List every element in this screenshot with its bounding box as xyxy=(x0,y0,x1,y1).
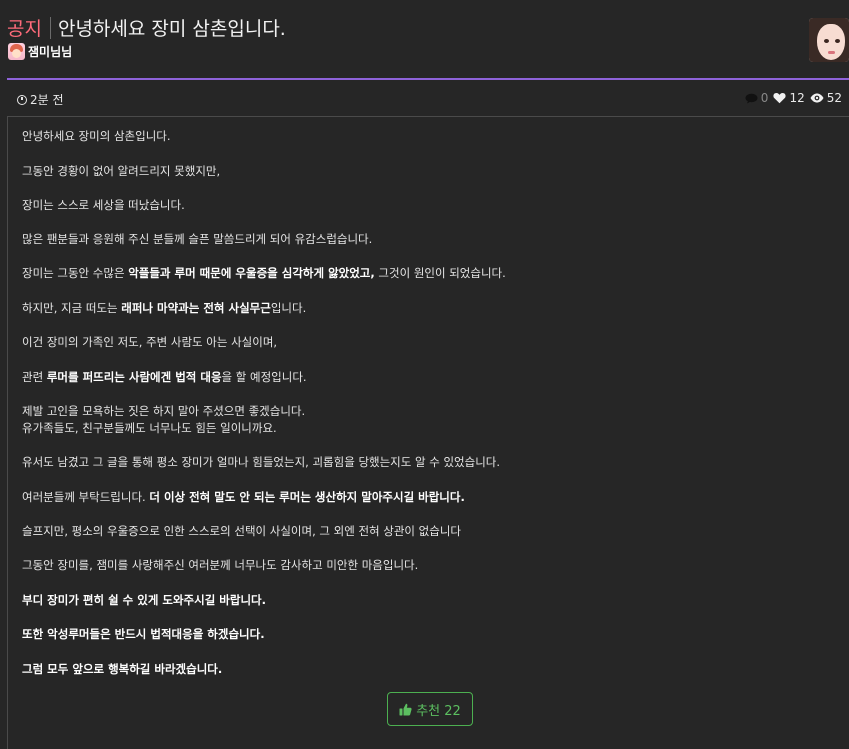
paragraph-8-text: 관련 xyxy=(22,370,47,384)
post-time: 2분 전 xyxy=(17,91,64,108)
paragraph-6: 하지만, 지금 떠도는 래퍼나 마약과는 전혀 사실무근입니다. xyxy=(22,300,306,317)
paragraph-9b: 유가족들도, 친구분들께도 너무나도 힘든 일이니까요. xyxy=(22,421,277,435)
paragraph-3: 장미는 스스로 세상을 떠났습니다. xyxy=(22,198,185,212)
comment-icon xyxy=(745,93,758,103)
paragraph-4: 많은 팬분들과 응원해 주신 분들께 슬픈 말씀드리게 되어 유감스럽습니다. xyxy=(22,232,373,246)
comment-count[interactable]: 0 xyxy=(745,91,769,105)
paragraph-12: 슬프지만, 평소의 우울증으로 인한 스스로의 선택이 사실이며, 그 외엔 전… xyxy=(22,524,461,538)
paragraph-7: 이건 장미의 가족인 저도, 주변 사람도 아는 사실이며, xyxy=(22,335,278,349)
recommend-button[interactable]: 추천 22 xyxy=(387,692,473,726)
author-name[interactable]: 잼미님님 xyxy=(28,43,72,60)
paragraph-11: 여러분들께 부탁드립니다. 더 이상 전혀 말도 안 되는 루머는 생산하지 말… xyxy=(22,489,465,506)
post-title: 안녕하세요 장미 삼촌입니다. xyxy=(57,18,286,40)
eye-icon xyxy=(810,93,824,103)
like-count[interactable]: 12 xyxy=(773,91,805,105)
category-badge[interactable]: 공지 xyxy=(7,14,42,41)
paragraph-8: 관련 루머를 퍼뜨리는 사람에겐 법적 대응을 할 예정입니다. xyxy=(22,369,307,386)
paragraph-15-bold: 또한 악성루머들은 반드시 법적대응을 하겠습니다. xyxy=(22,627,265,641)
title-row: 공지 안녕하세요 장미 삼촌입니다. xyxy=(7,14,286,41)
clock-icon xyxy=(17,94,27,105)
paragraph-6-text-end: 입니다. xyxy=(270,301,307,315)
paragraph-1: 안녕하세요 장미의 삼촌입니다. xyxy=(22,129,171,143)
paragraph-5-text-end: 그것이 원인이 되었습니다. xyxy=(374,266,506,280)
post-header: 공지 안녕하세요 장미 삼촌입니다. 잼미님님 xyxy=(0,0,849,80)
paragraph-16-bold: 그럼 모두 앞으로 행복하길 바라겠습니다. xyxy=(22,662,223,676)
paragraph-11-text: 여러분들께 부탁드립니다. xyxy=(22,490,150,504)
post-stats: 0 12 52 xyxy=(740,91,842,105)
paragraph-14-bold: 부디 장미가 편히 쉴 수 있게 도와주시길 바랍니다. xyxy=(22,593,266,607)
paragraph-15: 또한 악성루머들은 반드시 법적대응을 하겠습니다. xyxy=(22,626,265,643)
paragraph-8-bold: 루머를 퍼뜨리는 사람에겐 법적 대응 xyxy=(46,370,222,384)
thumbs-up-icon xyxy=(399,703,412,715)
author-badge-icon xyxy=(8,43,25,60)
paragraph-5-bold: 악플들과 루머 때문에 우울증을 심각하게 앓았었고, xyxy=(128,266,375,280)
author-row[interactable]: 잼미님님 xyxy=(8,43,72,60)
view-count-value: 52 xyxy=(826,91,842,105)
paragraph-9a: 제발 고인을 모욕하는 짓은 하지 말아 주셨으면 좋겠습니다. xyxy=(22,404,306,418)
paragraph-5-text: 장미는 그동안 수많은 xyxy=(22,266,129,280)
paragraph-8-text-end: 을 할 예정입니다. xyxy=(221,370,307,384)
paragraph-13: 그동안 장미를, 잼미를 사랑해주신 여러분께 너무나도 감사하고 미안한 마음… xyxy=(22,558,419,572)
title-separator xyxy=(49,16,51,39)
paragraph-11-bold: 더 이상 전혀 말도 안 되는 루머는 생산하지 말아주시길 바랍니다. xyxy=(149,490,465,504)
paragraph-16: 그럼 모두 앞으로 행복하길 바라겠습니다. xyxy=(22,661,222,678)
paragraph-6-text: 하지만, 지금 떠도는 xyxy=(22,301,122,315)
avatar[interactable] xyxy=(809,18,849,62)
post-time-text: 2분 전 xyxy=(30,93,64,107)
view-count: 52 xyxy=(810,91,842,105)
heart-icon xyxy=(773,93,787,104)
paragraph-6-bold: 래퍼나 마약과는 전혀 사실무근 xyxy=(121,301,271,315)
paragraph-5: 장미는 그동안 수많은 악플들과 루머 때문에 우울증을 심각하게 앓았었고, … xyxy=(22,265,506,282)
like-count-value: 12 xyxy=(789,91,805,105)
post-meta: 2분 전 0 12 52 xyxy=(0,80,849,116)
paragraph-14: 부디 장미가 편히 쉴 수 있게 도와주시길 바랍니다. xyxy=(22,592,266,609)
post-content: 안녕하세요 장미의 삼촌입니다. 그동안 경황이 없어 알려드리지 못했지만, … xyxy=(7,116,849,749)
paragraph-10: 유서도 남겼고 그 글을 통해 평소 장미가 얼마나 힘들었는지, 괴롭힘을 당… xyxy=(22,455,501,469)
paragraph-2: 그동안 경황이 없어 알려드리지 못했지만, xyxy=(22,164,221,178)
comment-count-value: 0 xyxy=(760,91,769,105)
recommend-label: 추천 22 xyxy=(416,703,461,719)
